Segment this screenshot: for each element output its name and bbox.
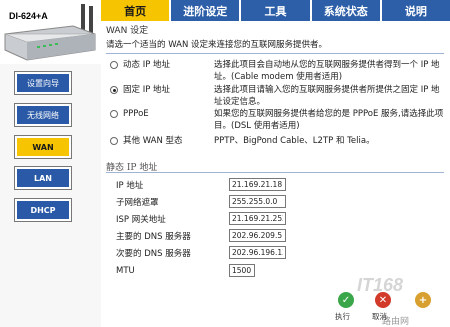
option-label-dynamic-ip: 动态 IP 地址 [123, 60, 171, 70]
secondary-dns-label: 次要的 DNS 服务器 [116, 248, 191, 259]
tab-advanced[interactable]: 进阶设定 [169, 0, 239, 21]
wan-divider [106, 53, 444, 54]
field-isp-gateway: ISP 网关地址 [116, 211, 436, 226]
subnet-mask-input[interactable] [229, 195, 286, 208]
ok-check-icon[interactable]: ✓ [338, 292, 354, 308]
wan-option-pppoe: PPPoE 如果您的互联网服务提供者给您的是 PPPoE 服务,请选择此项目。(… [106, 109, 444, 132]
top-nav: 首页 进阶设定 工具 系统状态 说明 [101, 0, 450, 21]
ip-address-label: IP 地址 [116, 180, 144, 191]
option-desc-static-ip: 选择此项目请输入您的互联网服务提供者所提供之固定 IP 地址设定信息。 [214, 85, 440, 107]
apply-button-label[interactable]: 执行 [335, 311, 350, 322]
field-ip-address: IP 地址 [116, 177, 436, 192]
subnet-mask-label: 子网络遮罩 [116, 197, 159, 208]
option-label-pppoe: PPPoE [123, 109, 149, 119]
radio-static-ip[interactable] [110, 86, 118, 94]
static-ip-divider [106, 172, 444, 173]
tab-tools[interactable]: 工具 [239, 0, 309, 21]
sidebar: DI-624+A 设置向导 无线网络 WAN LAN DHCP [0, 0, 101, 327]
router-model-label: DI-624+A [9, 11, 48, 21]
secondary-dns-input[interactable] [229, 246, 286, 259]
isp-gateway-label: ISP 网关地址 [116, 214, 166, 225]
sidebar-item-setup-wizard[interactable]: 设置向导 [14, 71, 72, 95]
primary-dns-label: 主要的 DNS 服务器 [116, 231, 191, 242]
option-label-static-ip: 固定 IP 地址 [123, 85, 171, 95]
cancel-x-icon[interactable]: ✕ [375, 292, 391, 308]
option-label-other-wan: 其他 WAN 型态 [123, 136, 183, 146]
ip-address-input[interactable] [229, 178, 286, 191]
wan-option-other: 其他 WAN 型态 PPTP、BigPond Cable、L2TP 和 Teli… [106, 136, 444, 148]
option-desc-other-wan: PPTP、BigPond Cable、L2TP 和 Telia。 [214, 136, 375, 146]
tab-home[interactable]: 首页 [101, 0, 170, 21]
wan-option-static: 固定 IP 地址 选择此项目请输入您的互联网服务提供者所提供之固定 IP 地址设… [106, 85, 444, 108]
isp-gateway-input[interactable] [229, 212, 286, 225]
sidebar-item-dhcp[interactable]: DHCP [14, 198, 72, 222]
sidebar-item-lan[interactable]: LAN [14, 166, 72, 190]
radio-other-wan[interactable] [110, 137, 118, 145]
option-desc-dynamic-ip: 选择此项目会自动地从您的互联网服务提供者得到一个 IP 地址。(Cable mo… [214, 60, 440, 82]
radio-pppoe[interactable] [110, 110, 118, 118]
option-desc-pppoe: 如果您的互联网服务提供者给您的是 PPPoE 服务,请选择此项目。(DSL 使用… [214, 109, 444, 131]
field-subnet-mask: 子网络遮罩 [116, 194, 436, 209]
tab-status[interactable]: 系统状态 [309, 0, 380, 21]
watermark-site-text: 路由网 [382, 316, 410, 326]
wan-option-dynamic: 动态 IP 地址 选择此项目会自动地从您的互联网服务提供者得到一个 IP 地址。… [106, 60, 444, 83]
router-device-image: DI-624+A [3, 4, 98, 64]
help-icon[interactable]: + [415, 292, 431, 308]
field-secondary-dns: 次要的 DNS 服务器 [116, 245, 436, 260]
sidebar-item-wan[interactable]: WAN [14, 135, 72, 159]
sidebar-item-wireless[interactable]: 无线网络 [14, 103, 72, 127]
mtu-label: MTU [116, 265, 135, 276]
wan-section-description: 请选一个适当的 WAN 设定来连接您的互联网服务提供者。 [106, 40, 328, 50]
wan-section-title: WAN 设定 [106, 26, 149, 36]
mtu-input[interactable] [229, 264, 255, 277]
field-primary-dns: 主要的 DNS 服务器 [116, 228, 436, 243]
primary-dns-input[interactable] [229, 229, 286, 242]
tab-help[interactable]: 说明 [379, 0, 450, 21]
radio-dynamic-ip[interactable] [110, 61, 118, 69]
sidebar-menu: 设置向导 无线网络 WAN LAN DHCP [0, 64, 101, 327]
